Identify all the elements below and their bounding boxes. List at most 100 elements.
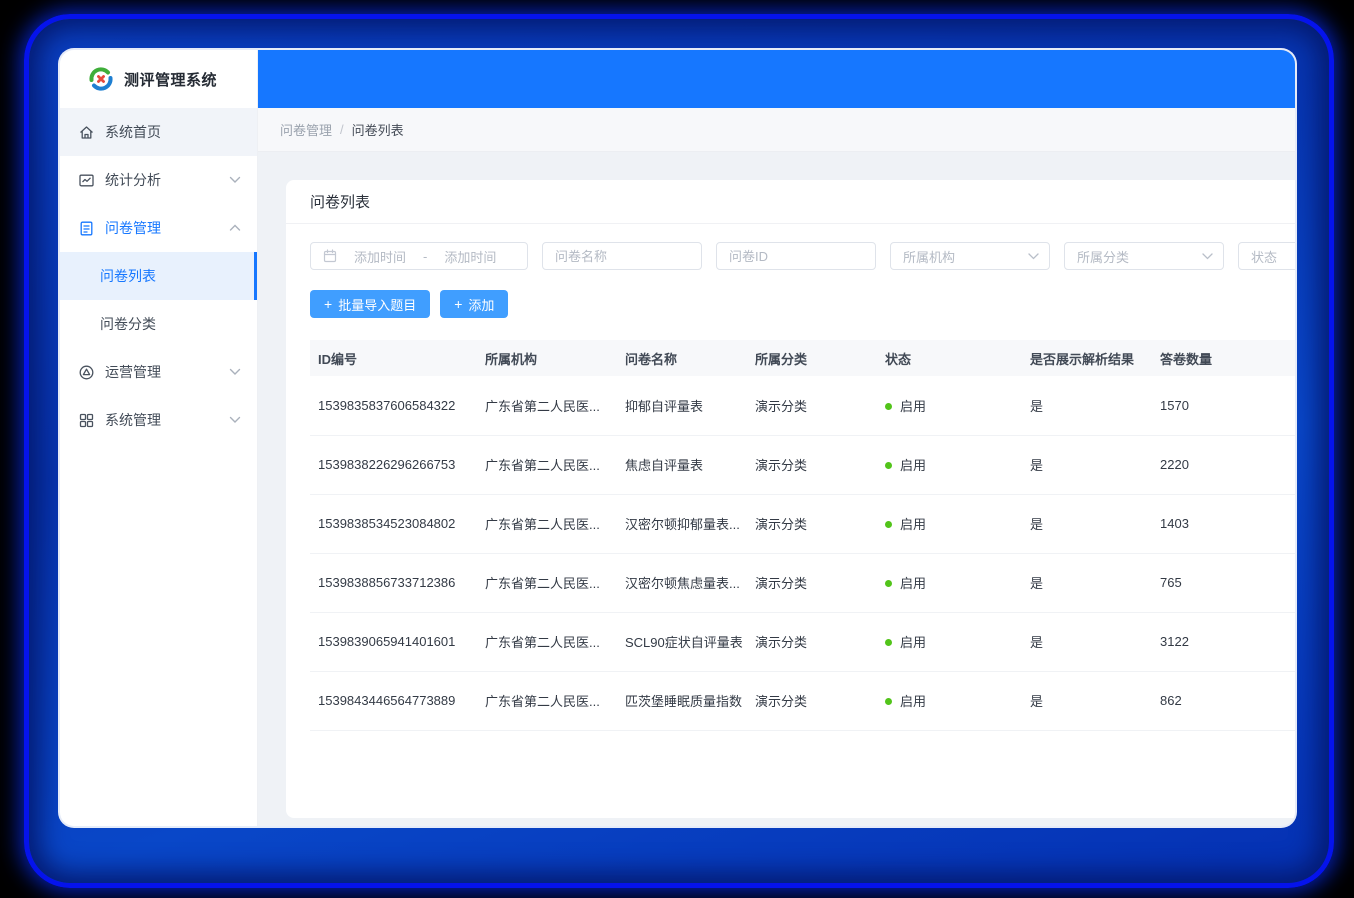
chevron-down-icon: [1202, 253, 1213, 260]
table-row: 1539838856733712386 广东省第二人民医... 汉密尔顿焦虑量表…: [310, 553, 1295, 612]
cell-name: SCL90症状自评量表: [617, 612, 747, 671]
cell-status: 启用: [877, 553, 1022, 612]
sidebar-item-label: 系统管理: [105, 410, 229, 430]
chevron-down-icon: [229, 416, 241, 424]
table-row: 1539839065941401601 广东省第二人民医... SCL90症状自…: [310, 612, 1295, 671]
questionnaire-table: ID编号 所属机构 问卷名称 所属分类 状态 是否展示解析结果 答卷数量: [310, 340, 1295, 731]
action-bar: + 批量导入题目 + 添加: [310, 290, 1295, 318]
card-body: 添加时间 - 添加时间 所属机构: [286, 224, 1295, 731]
cell-id: 1539843446564773889: [310, 671, 477, 730]
cell-name: 匹茨堡睡眠质量指数: [617, 671, 747, 730]
cell-status: 启用: [877, 494, 1022, 553]
organization-select-placeholder: 所属机构: [903, 247, 955, 266]
status-dot-icon: [885, 403, 892, 410]
questionnaire-list-card: 问卷列表 添加时间 - 添加时间: [286, 180, 1295, 818]
filter-bar: 添加时间 - 添加时间 所属机构: [310, 242, 1295, 270]
table-row: 1539838534523084802 广东省第二人民医... 汉密尔顿抑郁量表…: [310, 494, 1295, 553]
status-dot-icon: [885, 521, 892, 528]
sidebar-item-label: 系统首页: [105, 122, 241, 142]
sidebar-subitem-label: 问卷列表: [100, 266, 156, 286]
cell-name: 抑郁自评量表: [617, 376, 747, 435]
status-dot-icon: [885, 462, 892, 469]
status-select[interactable]: 状态: [1238, 242, 1295, 270]
cell-category: 演示分类: [747, 612, 877, 671]
cell-name: 汉密尔顿抑郁量表...: [617, 494, 747, 553]
cell-id: 1539839065941401601: [310, 612, 477, 671]
date-end-placeholder: 添加时间: [444, 247, 496, 266]
sidebar-item-label: 运营管理: [105, 362, 229, 382]
status-select-placeholder: 状态: [1251, 247, 1277, 266]
cell-category: 演示分类: [747, 494, 877, 553]
chart-icon: [78, 172, 95, 189]
app-window: 测评管理系统 系统首页 统计分析 问卷管理: [60, 50, 1295, 826]
column-header-id: ID编号: [310, 340, 477, 376]
top-header-bar: [258, 50, 1295, 108]
app-title: 测评管理系统: [124, 69, 217, 90]
breadcrumb-parent[interactable]: 问卷管理: [280, 120, 332, 139]
category-select[interactable]: 所属分类: [1064, 242, 1224, 270]
cell-show-analysis: 是: [1022, 553, 1152, 612]
breadcrumb-current: 问卷列表: [352, 120, 404, 139]
calendar-icon: [323, 249, 337, 263]
cell-category: 演示分类: [747, 435, 877, 494]
category-select-placeholder: 所属分类: [1077, 247, 1129, 266]
sidebar-item-system[interactable]: 系统管理: [60, 396, 257, 444]
app-logo-icon: [88, 66, 114, 92]
cell-show-analysis: 是: [1022, 671, 1152, 730]
home-icon: [78, 124, 95, 141]
sidebar-subitem-questionnaire-list[interactable]: 问卷列表: [60, 252, 257, 300]
column-header-status: 状态: [877, 340, 1022, 376]
main-area: 问卷管理 / 问卷列表 问卷列表 添加时间 - 添加时: [258, 50, 1295, 826]
status-dot-icon: [885, 639, 892, 646]
date-start-placeholder: 添加时间: [354, 247, 406, 266]
add-label: 添加: [468, 295, 494, 314]
cell-org: 广东省第二人民医...: [477, 671, 617, 730]
cell-id: 1539838226296266753: [310, 435, 477, 494]
sidebar-subitem-label: 问卷分类: [100, 314, 156, 334]
column-header-count: 答卷数量: [1152, 340, 1295, 376]
cell-org: 广东省第二人民医...: [477, 435, 617, 494]
cell-show-analysis: 是: [1022, 494, 1152, 553]
column-header-show-analysis: 是否展示解析结果: [1022, 340, 1152, 376]
sidebar-item-label: 统计分析: [105, 170, 229, 190]
cell-status: 启用: [877, 612, 1022, 671]
cell-category: 演示分类: [747, 553, 877, 612]
sidebar-item-operations[interactable]: 运营管理: [60, 348, 257, 396]
cell-count: 1403: [1152, 494, 1295, 553]
cell-category: 演示分类: [747, 671, 877, 730]
cell-category: 演示分类: [747, 376, 877, 435]
cell-id: 1539838534523084802: [310, 494, 477, 553]
sidebar-item-questionnaire-mgmt[interactable]: 问卷管理: [60, 204, 257, 252]
cell-count: 1570: [1152, 376, 1295, 435]
cell-count: 2220: [1152, 435, 1295, 494]
cell-id: 1539835837606584322: [310, 376, 477, 435]
cell-count: 3122: [1152, 612, 1295, 671]
add-button[interactable]: + 添加: [440, 290, 508, 318]
cell-show-analysis: 是: [1022, 435, 1152, 494]
sidebar-menu: 系统首页 统计分析 问卷管理 问卷列表 问卷分类: [60, 108, 257, 444]
chevron-down-icon: [229, 368, 241, 376]
sidebar: 测评管理系统 系统首页 统计分析 问卷管理: [60, 50, 258, 826]
sidebar-item-home[interactable]: 系统首页: [60, 108, 257, 156]
cell-show-analysis: 是: [1022, 612, 1152, 671]
table-row: 1539838226296266753 广东省第二人民医... 焦虑自评量表 演…: [310, 435, 1295, 494]
questionnaire-name-input[interactable]: [542, 242, 702, 270]
cell-id: 1539838856733712386: [310, 553, 477, 612]
cell-org: 广东省第二人民医...: [477, 612, 617, 671]
system-grid-icon: [78, 412, 95, 429]
column-header-org: 所属机构: [477, 340, 617, 376]
cell-count: 862: [1152, 671, 1295, 730]
chevron-up-icon: [229, 224, 241, 232]
plus-icon: +: [324, 297, 332, 311]
batch-import-button[interactable]: + 批量导入题目: [310, 290, 430, 318]
sidebar-subitem-questionnaire-category[interactable]: 问卷分类: [60, 300, 257, 348]
questionnaire-id-input[interactable]: [716, 242, 876, 270]
operation-icon: [78, 364, 95, 381]
content-area: 问卷列表 添加时间 - 添加时间: [258, 152, 1295, 826]
cell-org: 广东省第二人民医...: [477, 376, 617, 435]
organization-select[interactable]: 所属机构: [890, 242, 1050, 270]
plus-icon: +: [454, 297, 462, 311]
date-range-picker[interactable]: 添加时间 - 添加时间: [310, 242, 528, 270]
sidebar-item-label: 问卷管理: [105, 218, 229, 238]
sidebar-item-statistics[interactable]: 统计分析: [60, 156, 257, 204]
